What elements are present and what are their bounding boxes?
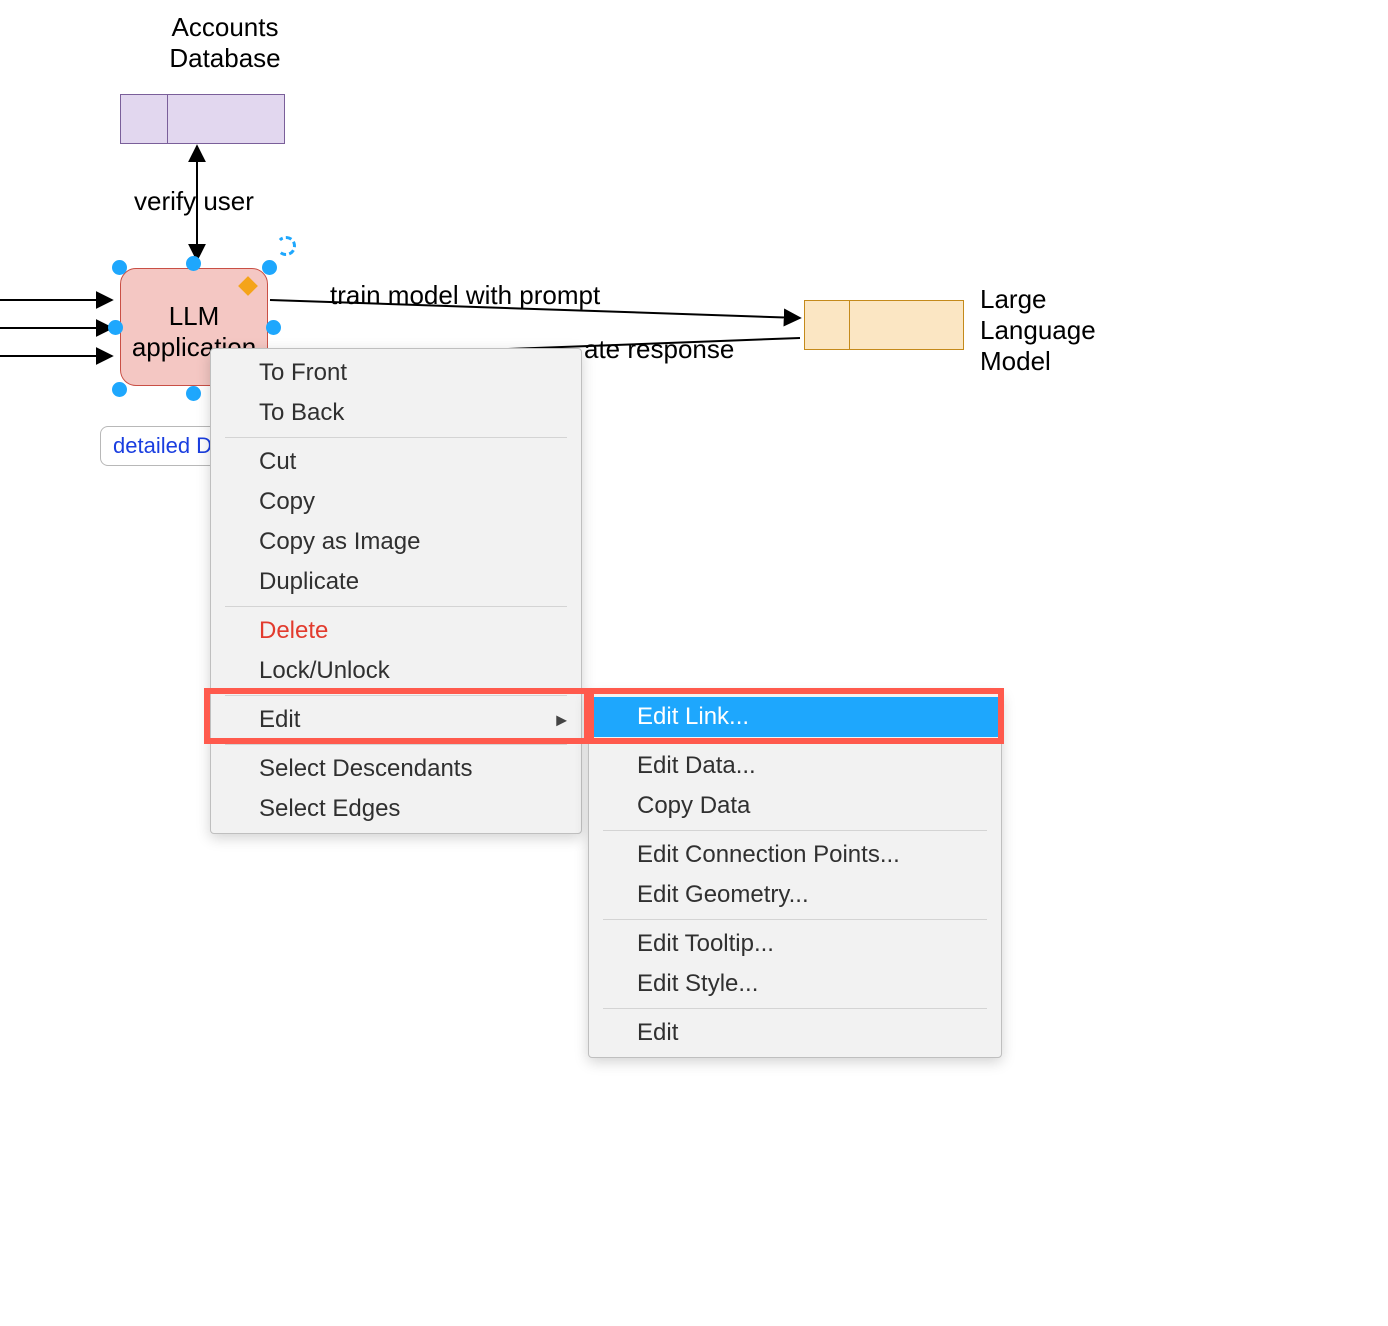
menu-separator <box>225 437 567 438</box>
menu-item-cut[interactable]: Cut <box>211 442 581 482</box>
llm-model-node[interactable] <box>804 300 964 350</box>
submenu-item-edit-data[interactable]: Edit Data... <box>589 746 1001 786</box>
menu-item-to-back[interactable]: To Back <box>211 393 581 433</box>
edge-label-response-partial: ate response <box>584 334 734 365</box>
submenu-item-edit-link[interactable]: Edit Link... <box>589 697 1001 737</box>
menu-separator <box>225 606 567 607</box>
detailed-link-box[interactable]: detailed D <box>100 426 225 466</box>
edge-label-train: train model with prompt <box>330 280 600 311</box>
menu-item-duplicate[interactable]: Duplicate <box>211 562 581 602</box>
menu-separator <box>603 1008 987 1009</box>
resize-handle[interactable] <box>266 320 281 335</box>
submenu-item-edit-conn[interactable]: Edit Connection Points... <box>589 835 1001 875</box>
submenu-item-edit-style[interactable]: Edit Style... <box>589 964 1001 1004</box>
menu-item-edit[interactable]: Edit <box>211 700 581 740</box>
submenu-item-edit-tooltip[interactable]: Edit Tooltip... <box>589 924 1001 964</box>
accounts-db-node[interactable] <box>120 94 285 144</box>
resize-handle[interactable] <box>112 260 127 275</box>
resize-handle[interactable] <box>186 386 201 401</box>
menu-separator <box>603 830 987 831</box>
context-menu[interactable]: To FrontTo Back CutCopyCopy as ImageDupli… <box>210 348 582 834</box>
rotate-handle-icon[interactable] <box>276 236 296 256</box>
submenu-item-edit-plain[interactable]: Edit <box>589 1013 1001 1053</box>
menu-separator <box>603 741 987 742</box>
resize-handle[interactable] <box>108 320 123 335</box>
detailed-link[interactable]: detailed D <box>113 433 212 458</box>
menu-item-select-desc[interactable]: Select Descendants <box>211 749 581 789</box>
submenu-item-edit-geom[interactable]: Edit Geometry... <box>589 875 1001 915</box>
menu-separator <box>225 744 567 745</box>
menu-separator <box>603 919 987 920</box>
resize-handle[interactable] <box>186 256 201 271</box>
menu-item-lock[interactable]: Lock/Unlock <box>211 651 581 691</box>
resize-handle[interactable] <box>262 260 277 275</box>
menu-item-select-edges[interactable]: Select Edges <box>211 789 581 829</box>
menu-item-copy[interactable]: Copy <box>211 482 581 522</box>
menu-item-copy-image[interactable]: Copy as Image <box>211 522 581 562</box>
diagram-canvas[interactable]: Accounts Database verify user LLM applic… <box>0 0 1388 1326</box>
menu-item-delete[interactable]: Delete <box>211 611 581 651</box>
resize-handle[interactable] <box>112 382 127 397</box>
edit-submenu[interactable]: Edit Link... Edit Data...Copy Data Edit Co… <box>588 692 1002 1058</box>
link-indicator-icon <box>238 276 258 296</box>
edge-label-verify-user: verify user <box>134 186 254 217</box>
llm-model-label: Large Language Model <box>980 284 1096 378</box>
menu-separator <box>225 695 567 696</box>
accounts-db-label: Accounts Database <box>140 12 310 74</box>
menu-item-to-front[interactable]: To Front <box>211 353 581 393</box>
submenu-item-copy-data[interactable]: Copy Data <box>589 786 1001 826</box>
